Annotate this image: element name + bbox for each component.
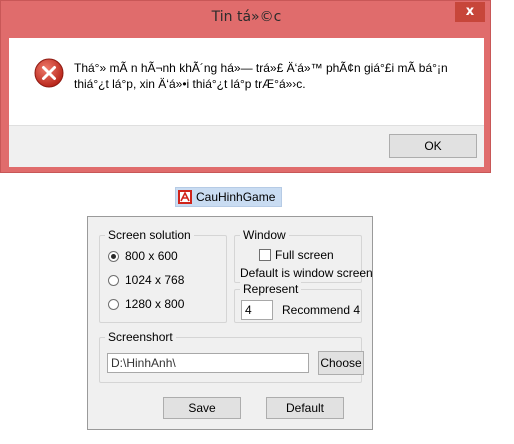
screenshot-group: Screenshort D:\HinhAnh\ Choose	[99, 330, 364, 383]
resolution-option-800x600[interactable]: 800 x 600	[108, 249, 178, 263]
choose-button[interactable]: Choose	[318, 351, 364, 375]
screen-solution-label: Screen solution	[105, 228, 194, 242]
cauhinhgame-logo-icon	[178, 190, 192, 204]
save-button[interactable]: Save	[163, 397, 241, 419]
default-button[interactable]: Default	[266, 397, 344, 419]
app-title-bar: CauHinhGame	[175, 187, 283, 207]
full-screen-label: Full screen	[275, 248, 334, 262]
message-line-2: thiá°¿t lá°­p, xin Ä‘á»•i thiá°¿t lá°­p …	[74, 77, 306, 91]
resolution-label: 800 x 600	[125, 249, 178, 263]
screenshot-path-input[interactable]: D:\HinhAnh\	[107, 353, 309, 373]
error-dialog: Tin tá»©c x Thá°» mÃ n hÃ¬nh khÃ´ng há»—…	[0, 0, 491, 173]
resolution-option-1280x800[interactable]: 1280 x 800	[108, 297, 184, 311]
full-screen-checkbox-row[interactable]: Full screen	[259, 248, 334, 262]
ok-button[interactable]: OK	[389, 134, 477, 158]
radio-1024x768[interactable]	[108, 274, 119, 286]
full-screen-checkbox[interactable]	[259, 249, 271, 261]
resolution-label: 1024 x 768	[125, 273, 185, 287]
represent-group: Represent 4 Recommend 4	[234, 282, 362, 323]
close-button[interactable]: x	[455, 2, 485, 22]
screen-solution-group: Screen solution 800 x 600 1024 x 768 128…	[99, 228, 227, 323]
represent-label: Represent	[240, 282, 302, 296]
radio-1280x800[interactable]	[108, 298, 119, 310]
dialog-footer: OK	[9, 125, 484, 167]
resolution-label: 1280 x 800	[125, 297, 185, 311]
radio-800x600[interactable]	[108, 250, 119, 262]
dialog-body: Thá°» mÃ n hÃ¬nh khÃ´ng há»— trá»£ Ä‘á»™…	[9, 38, 484, 167]
error-message: Thá°» mÃ n hÃ¬nh khÃ´ng há»— trá»£ Ä‘á»™…	[74, 60, 469, 92]
screenshot-label: Screenshort	[105, 330, 176, 344]
window-group: Window Full screen Default is window scr…	[234, 228, 373, 283]
recommend-note: Recommend 4	[282, 303, 361, 317]
app-title: CauHinhGame	[196, 190, 276, 204]
window-label: Window	[240, 228, 289, 242]
default-window-note: Default is window screen	[240, 266, 373, 280]
error-icon	[34, 58, 64, 88]
message-line-1: Thá°» mÃ n hÃ¬nh khÃ´ng há»— trá»£ Ä‘á»™…	[74, 61, 448, 75]
config-window: Screen solution 800 x 600 1024 x 768 128…	[87, 216, 373, 430]
resolution-option-1024x768[interactable]: 1024 x 768	[108, 273, 184, 287]
represent-input[interactable]: 4	[241, 300, 273, 320]
dialog-title: Tin tá»©c	[211, 9, 282, 25]
